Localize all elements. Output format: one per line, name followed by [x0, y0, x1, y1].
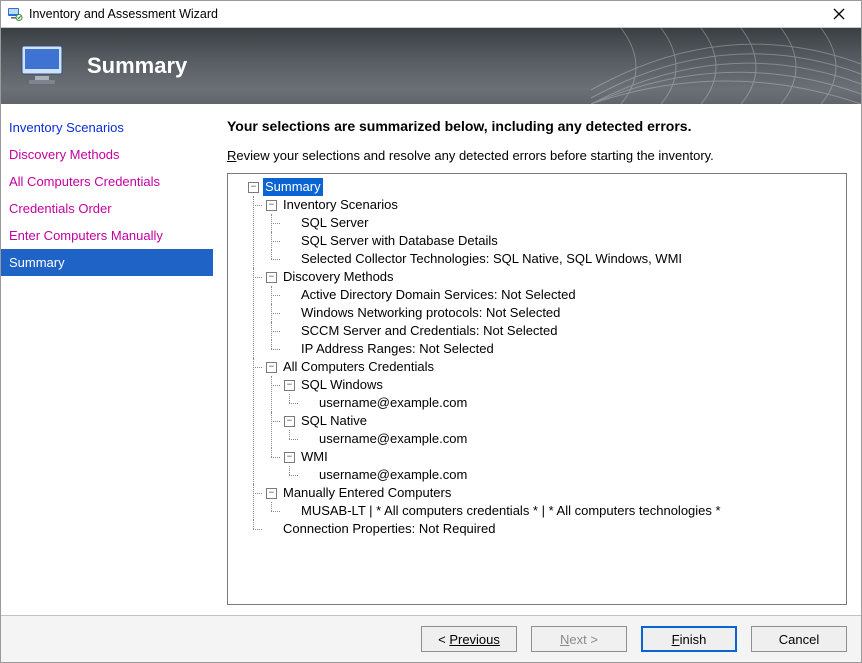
- monitor-icon: [19, 43, 73, 89]
- window-title: Inventory and Assessment Wizard: [29, 7, 819, 21]
- tree-node: SQL Server with Database Details: [266, 232, 844, 250]
- finish-button[interactable]: Finish: [641, 626, 737, 652]
- collapse-icon[interactable]: −: [266, 200, 277, 211]
- tree-label[interactable]: Summary: [263, 178, 323, 196]
- summary-tree-box[interactable]: −Summary−Inventory ScenariosSQL ServerSQ…: [227, 173, 847, 605]
- close-button[interactable]: [819, 1, 859, 27]
- tree-label[interactable]: SQL Server with Database Details: [299, 232, 500, 250]
- tree-node: username@example.com: [284, 466, 844, 484]
- tree-node: Connection Properties: Not Required: [248, 520, 844, 538]
- tree-label[interactable]: username@example.com: [317, 466, 469, 484]
- summary-heading: Your selections are summarized below, in…: [227, 118, 847, 134]
- tree-label[interactable]: Discovery Methods: [281, 268, 396, 286]
- main-content: Your selections are summarized below, in…: [213, 104, 861, 615]
- sidebar-item-enter-computers-manually[interactable]: Enter Computers Manually: [1, 222, 213, 249]
- summary-subheading: Review your selections and resolve any d…: [227, 148, 847, 163]
- close-icon: [833, 8, 845, 20]
- collapse-icon[interactable]: −: [248, 182, 259, 193]
- collapse-icon[interactable]: −: [284, 416, 295, 427]
- tree-node: −All Computers Credentials−SQL Windowsus…: [248, 358, 844, 484]
- tree-node: −Summary−Inventory ScenariosSQL ServerSQ…: [230, 178, 844, 538]
- tree-node: MUSAB-LT | * All computers credentials *…: [266, 502, 844, 520]
- cancel-button[interactable]: Cancel: [751, 626, 847, 652]
- collapse-icon[interactable]: −: [266, 272, 277, 283]
- sidebar-item-summary[interactable]: Summary: [1, 249, 213, 276]
- tree-node: Active Directory Domain Services: Not Se…: [266, 286, 844, 304]
- tree-node: −Inventory ScenariosSQL ServerSQL Server…: [248, 196, 844, 268]
- tree-label[interactable]: Inventory Scenarios: [281, 196, 400, 214]
- app-icon: [7, 6, 23, 22]
- tree-node: −Manually Entered ComputersMUSAB-LT | * …: [248, 484, 844, 520]
- tree-label[interactable]: Active Directory Domain Services: Not Se…: [299, 286, 578, 304]
- tree-node: Windows Networking protocols: Not Select…: [266, 304, 844, 322]
- collapse-icon[interactable]: −: [266, 362, 277, 373]
- collapse-icon[interactable]: −: [266, 488, 277, 499]
- tree-node: −Discovery MethodsActive Directory Domai…: [248, 268, 844, 358]
- banner-decor: [591, 28, 861, 104]
- tree-label[interactable]: SQL Windows: [299, 376, 385, 394]
- tree-label[interactable]: username@example.com: [317, 430, 469, 448]
- tree-label[interactable]: SQL Native: [299, 412, 369, 430]
- tree-node: username@example.com: [284, 430, 844, 448]
- tree-node: SQL Server: [266, 214, 844, 232]
- sidebar-item-all-computers-credentials[interactable]: All Computers Credentials: [1, 168, 213, 195]
- tree-label[interactable]: All Computers Credentials: [281, 358, 436, 376]
- sidebar-item-inventory-scenarios[interactable]: Inventory Scenarios: [1, 114, 213, 141]
- sidebar-item-credentials-order[interactable]: Credentials Order: [1, 195, 213, 222]
- tree-label[interactable]: Selected Collector Technologies: SQL Nat…: [299, 250, 684, 268]
- tree-node: IP Address Ranges: Not Selected: [266, 340, 844, 358]
- body: Inventory ScenariosDiscovery MethodsAll …: [1, 104, 861, 615]
- tree-label[interactable]: Manually Entered Computers: [281, 484, 453, 502]
- tree-node: username@example.com: [284, 394, 844, 412]
- wizard-sidebar: Inventory ScenariosDiscovery MethodsAll …: [1, 104, 213, 615]
- tree-node: SCCM Server and Credentials: Not Selecte…: [266, 322, 844, 340]
- sidebar-item-discovery-methods[interactable]: Discovery Methods: [1, 141, 213, 168]
- collapse-icon[interactable]: −: [284, 380, 295, 391]
- tree-label[interactable]: Connection Properties: Not Required: [281, 520, 497, 538]
- summary-sub-text: eview your selections and resolve any de…: [236, 148, 713, 163]
- banner-title: Summary: [87, 53, 187, 79]
- tree-node: −WMIusername@example.com: [266, 448, 844, 484]
- tree-label[interactable]: MUSAB-LT | * All computers credentials *…: [299, 502, 723, 520]
- footer: < Previous Next > Finish Cancel: [1, 615, 861, 662]
- tree-node: −SQL Nativeusername@example.com: [266, 412, 844, 448]
- collapse-icon[interactable]: −: [284, 452, 295, 463]
- next-button: Next >: [531, 626, 627, 652]
- banner: Summary: [1, 28, 861, 104]
- tree-label[interactable]: WMI: [299, 448, 330, 466]
- summary-sub-accel: R: [227, 148, 236, 163]
- title-bar: Inventory and Assessment Wizard: [1, 1, 861, 28]
- tree-node: Selected Collector Technologies: SQL Nat…: [266, 250, 844, 268]
- window-root: Inventory and Assessment Wizard: [0, 0, 862, 663]
- tree-node: −SQL Windowsusername@example.com: [266, 376, 844, 412]
- tree-label[interactable]: Windows Networking protocols: Not Select…: [299, 304, 562, 322]
- tree-label[interactable]: SCCM Server and Credentials: Not Selecte…: [299, 322, 560, 340]
- tree-label[interactable]: SQL Server: [299, 214, 370, 232]
- tree-label[interactable]: username@example.com: [317, 394, 469, 412]
- previous-button[interactable]: < Previous: [421, 626, 517, 652]
- tree-label[interactable]: IP Address Ranges: Not Selected: [299, 340, 496, 358]
